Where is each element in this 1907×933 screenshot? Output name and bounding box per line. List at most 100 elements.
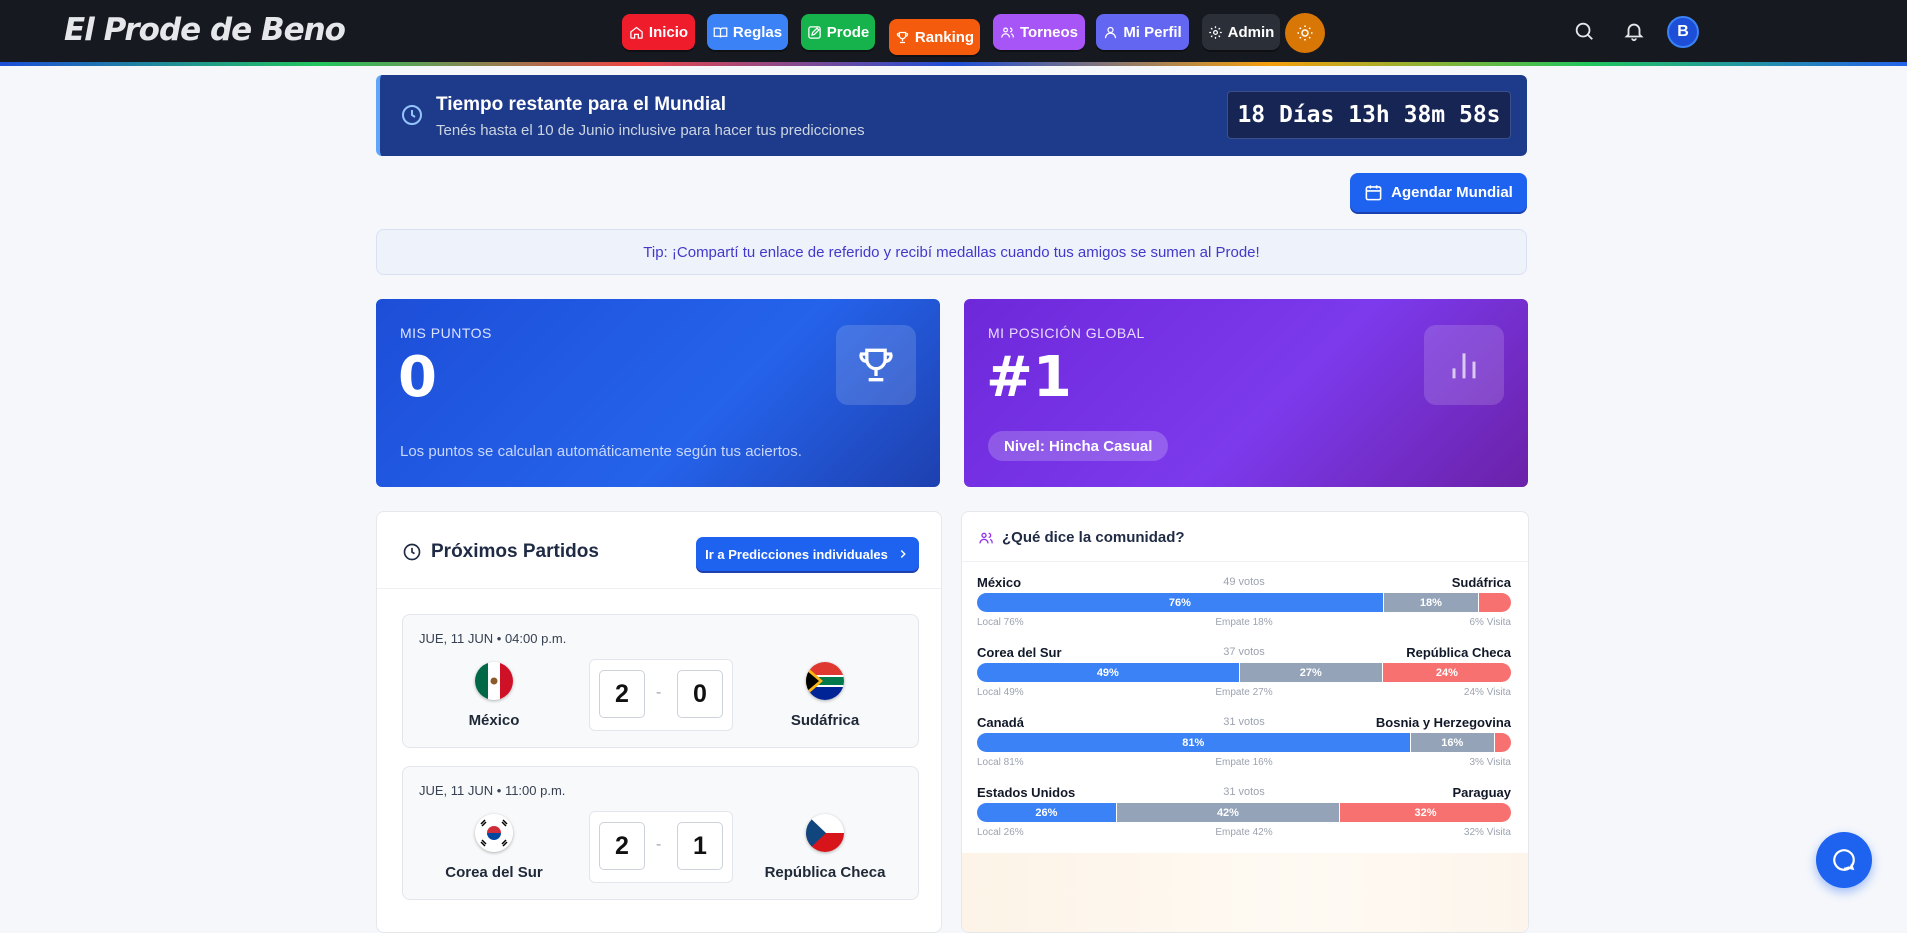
referral-tip: Tip: ¡Compartí tu enlace de referido y r… bbox=[376, 229, 1527, 275]
community-title-text: ¿Qué dice la comunidad? bbox=[1002, 529, 1185, 546]
points-icon-box bbox=[836, 325, 916, 405]
local-segment: 76% bbox=[977, 593, 1383, 612]
matches-header: Próximos Partidos Ir a Predicciones indi… bbox=[377, 512, 941, 589]
upcoming-matches-panel: Próximos Partidos Ir a Predicciones indi… bbox=[376, 511, 942, 933]
vote-away-team: Bosnia y Herzegovina bbox=[1375, 715, 1511, 730]
away-score-input[interactable]: 0 bbox=[677, 670, 723, 718]
position-card: MI POSICIÓN GLOBAL #1 Nivel: Hincha Casu… bbox=[964, 299, 1528, 487]
nav-admin[interactable]: Admin bbox=[1202, 14, 1280, 50]
nav-inicio[interactable]: Inicio bbox=[622, 14, 695, 50]
agendar-mundial-label: Agendar Mundial bbox=[1391, 184, 1513, 201]
position-icon-box bbox=[1424, 325, 1504, 405]
chevron-right-icon bbox=[900, 549, 906, 559]
navbar-stripe bbox=[0, 62, 1907, 66]
top-navbar: El Prode de Beno Inicio Reglas Prode Ran… bbox=[0, 0, 1907, 66]
theme-toggle-button[interactable] bbox=[1285, 13, 1325, 53]
brand-logo[interactable]: El Prode de Beno bbox=[64, 12, 346, 48]
czech-flag-icon bbox=[806, 814, 844, 852]
countdown-banner: Tiempo restante para el Mundial Tenés ha… bbox=[376, 75, 1527, 156]
countdown-subtitle: Tenés hasta el 10 de Junio inclusive par… bbox=[436, 122, 865, 139]
nav-ranking-label: Ranking bbox=[914, 28, 975, 46]
vote-count: 31 votos bbox=[1223, 786, 1265, 798]
calendar-icon bbox=[1365, 185, 1382, 201]
vote-bar: 76% 18% bbox=[977, 593, 1511, 612]
vote-bar: 26% 42% 32% bbox=[977, 803, 1511, 822]
south-korea-flag-icon bbox=[475, 814, 513, 852]
mexico-flag-icon bbox=[475, 662, 513, 700]
countdown-timer: 18 Días 13h 38m 58s bbox=[1227, 91, 1511, 139]
matches-title: Próximos Partidos bbox=[402, 541, 599, 563]
score-input-group: 2 - 0 bbox=[589, 659, 733, 731]
chat-button[interactable] bbox=[1816, 832, 1872, 888]
community-panel: ¿Qué dice la comunidad? México 49 votos Su… bbox=[961, 511, 1529, 933]
draw-segment: 27% bbox=[1238, 663, 1383, 682]
position-value: #1 bbox=[986, 345, 1072, 410]
clock-icon bbox=[402, 105, 422, 125]
bell-icon[interactable] bbox=[1623, 20, 1645, 42]
countdown-title: Tiempo restante para el Mundial bbox=[436, 94, 727, 115]
user-icon bbox=[1105, 26, 1117, 38]
points-note: Los puntos se calculan automáticamente s… bbox=[400, 443, 802, 460]
points-value: 0 bbox=[398, 345, 437, 410]
vote-count: 49 votos bbox=[1223, 576, 1265, 588]
gear-icon bbox=[1208, 25, 1222, 39]
user-avatar[interactable]: B bbox=[1667, 16, 1699, 48]
legend-visit: 32% Visita bbox=[1463, 827, 1511, 838]
home-score-input[interactable]: 2 bbox=[599, 822, 645, 870]
match-date: JUE, 11 JUN • 11:00 p.m. bbox=[419, 783, 566, 798]
clock-icon bbox=[403, 543, 421, 561]
agendar-mundial-button[interactable]: Agendar Mundial bbox=[1350, 173, 1527, 212]
visit-segment: 24% bbox=[1382, 663, 1511, 682]
nav-mi-perfil[interactable]: Mi Perfil bbox=[1096, 14, 1189, 50]
nav-ranking[interactable]: Ranking bbox=[889, 19, 980, 55]
community-header: ¿Qué dice la comunidad? bbox=[962, 512, 1528, 562]
nav-prode-label: Prode bbox=[826, 23, 870, 41]
community-vote-row: México 49 votos Sudáfrica 76% 18% Local 76% Em… bbox=[977, 575, 1511, 635]
community-vote-row: Canadá 31 votos Bosnia y Herzegovina 81% 16%… bbox=[977, 715, 1511, 775]
vote-away-team: Sudáfrica bbox=[1451, 575, 1511, 590]
home-score-input[interactable]: 2 bbox=[599, 670, 645, 718]
local-segment: 81% bbox=[977, 733, 1410, 752]
local-segment: 26% bbox=[977, 803, 1116, 822]
away-score-input[interactable]: 1 bbox=[677, 822, 723, 870]
level-badge: Nivel: Hincha Casual bbox=[988, 431, 1169, 461]
visit-segment bbox=[1478, 593, 1511, 612]
individual-predictions-button[interactable]: Ir a Predicciones individuales bbox=[696, 537, 919, 571]
trophy-icon bbox=[859, 348, 893, 382]
match-card: JUE, 11 JUN • 04:00 p.m. México 2 - 0 Su… bbox=[402, 614, 919, 748]
vote-away-team: República Checa bbox=[1406, 645, 1511, 660]
legend-visit: 3% Visita bbox=[1469, 757, 1511, 768]
nav-torneos-label: Torneos bbox=[1019, 23, 1079, 41]
south-africa-flag-icon bbox=[806, 662, 844, 700]
trophy-icon bbox=[896, 31, 909, 43]
matches-title-text: Próximos Partidos bbox=[431, 541, 599, 562]
points-label: MIS PUNTOS bbox=[400, 325, 492, 341]
nav-inicio-label: Inicio bbox=[648, 23, 689, 41]
chat-icon bbox=[1833, 849, 1855, 871]
nav-reglas[interactable]: Reglas bbox=[707, 14, 788, 50]
score-input-group: 2 - 1 bbox=[589, 811, 733, 883]
match-date: JUE, 11 JUN • 04:00 p.m. bbox=[419, 631, 567, 646]
community-vote-row: Estados Unidos 31 votos Paraguay 26% 42% 32% L… bbox=[977, 785, 1511, 845]
legend-draw: Empate 27% bbox=[1215, 687, 1273, 698]
points-card: MIS PUNTOS 0 Los puntos se calculan auto… bbox=[376, 299, 940, 487]
nav-torneos[interactable]: Torneos bbox=[993, 14, 1085, 50]
sun-icon bbox=[1297, 25, 1313, 41]
away-team-name: República Checa bbox=[764, 864, 886, 881]
draw-segment: 18% bbox=[1382, 593, 1479, 612]
vote-bar: 49% 27% 24% bbox=[977, 663, 1511, 682]
draw-segment: 42% bbox=[1115, 803, 1341, 822]
bar-chart-icon bbox=[1452, 353, 1476, 379]
score-separator: - bbox=[656, 836, 662, 853]
vote-away-team: Paraguay bbox=[1452, 785, 1511, 800]
match-card: JUE, 11 JUN • 11:00 p.m. Corea del Sur 2… bbox=[402, 766, 919, 900]
book-icon bbox=[713, 27, 728, 38]
edit-icon bbox=[807, 25, 821, 39]
legend-visit: 24% Visita bbox=[1463, 687, 1511, 698]
search-icon[interactable] bbox=[1573, 20, 1595, 42]
nav-prode[interactable]: Prode bbox=[801, 14, 875, 50]
individual-predictions-label: Ir a Predicciones individuales bbox=[705, 546, 888, 562]
home-icon bbox=[630, 26, 643, 39]
community-footer bbox=[962, 853, 1528, 932]
community-vote-row: Corea del Sur 37 votos República Checa 49% 2… bbox=[977, 645, 1511, 705]
